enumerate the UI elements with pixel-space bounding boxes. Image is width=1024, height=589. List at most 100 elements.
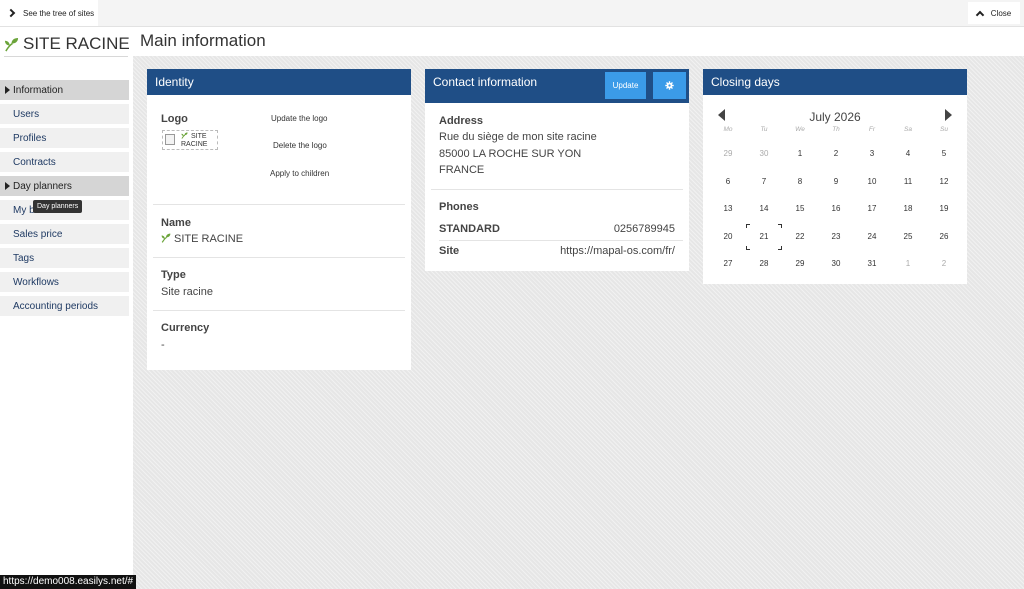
type-label: Type: [161, 269, 186, 281]
sidebar-item-information[interactable]: Information: [0, 80, 129, 100]
calendar-day-today[interactable]: 21: [746, 223, 782, 250]
page-title: Main information: [140, 31, 266, 50]
name-value: SITE RACINE: [161, 233, 243, 245]
calendar-day[interactable]: 28: [746, 254, 782, 274]
logo-label: Logo: [161, 113, 188, 125]
divider: [439, 240, 683, 241]
contact-card-header: Contact information Update: [425, 69, 689, 103]
calendar-day[interactable]: 3: [854, 144, 890, 164]
calendar-day[interactable]: 18: [890, 199, 926, 219]
calendar-day[interactable]: 7: [746, 172, 782, 192]
update-button[interactable]: Update: [605, 72, 646, 99]
apply-to-children-link[interactable]: Apply to children: [270, 169, 329, 178]
identity-title: Identity: [155, 75, 194, 89]
sidebar-item-accounting-periods[interactable]: Accounting periods: [0, 296, 129, 316]
calendar-day[interactable]: 4: [890, 144, 926, 164]
divider: [153, 310, 405, 311]
sidebar-divider: [4, 56, 128, 57]
calendar-day[interactable]: 2: [818, 144, 854, 164]
address-line-1: Rue du siège de mon site racine: [439, 131, 597, 143]
calendar-day[interactable]: 13: [710, 199, 746, 219]
calendar-day[interactable]: 22: [782, 227, 818, 247]
sidebar-item-label: My b: [13, 204, 35, 216]
see-tree-of-sites-button[interactable]: See the tree of sites: [0, 0, 98, 26]
next-month-arrow[interactable]: [945, 109, 952, 121]
calendar-day[interactable]: 29: [782, 254, 818, 274]
calendar-day[interactable]: 25: [890, 227, 926, 247]
contact-card: Contact information Update Address Rue d…: [425, 69, 689, 271]
sidebar-item-label: Tags: [13, 252, 35, 264]
delete-logo-link[interactable]: Delete the logo: [273, 141, 327, 150]
calendar-day[interactable]: 26: [926, 227, 962, 247]
calendar-month: July 2026: [809, 110, 861, 124]
identity-card-header: Identity: [147, 69, 411, 95]
sidebar-item-label: Sales price: [13, 228, 63, 240]
site-name-value: SITE RACINE: [174, 233, 244, 245]
sidebar-item-profiles[interactable]: Profiles: [0, 128, 129, 148]
settings-button[interactable]: [653, 72, 686, 99]
sidebar-item-workflows[interactable]: Workflows: [0, 272, 129, 292]
address-line-3: FRANCE: [439, 164, 485, 176]
sidebar-item-label: Users: [13, 108, 40, 120]
weekday-header: We: [795, 126, 805, 133]
calendar-day[interactable]: 12: [926, 172, 962, 192]
calendar-day[interactable]: 23: [818, 227, 854, 247]
calendar-day[interactable]: 31: [854, 254, 890, 274]
tooltip: Day planners: [33, 200, 83, 213]
sidebar-item-label: Information: [13, 84, 64, 96]
calendar-day[interactable]: 16: [818, 199, 854, 219]
calendar-day[interactable]: 8: [782, 172, 818, 192]
divider: [431, 189, 683, 190]
logo-alt-text: SITE RACINE: [181, 132, 207, 149]
calendar-day[interactable]: 17: [854, 199, 890, 219]
calendar-day[interactable]: 29: [710, 144, 746, 164]
sidebar-item-tags[interactable]: Tags: [0, 248, 129, 268]
closing-days-header: Closing days: [703, 69, 967, 95]
close-label: Close: [990, 8, 1012, 18]
calendar-day[interactable]: 10: [854, 172, 890, 192]
logo-alt-line2: RACINE: [181, 141, 208, 148]
logo-alt-line1: SITE: [191, 133, 207, 140]
update-logo-link[interactable]: Update the logo: [271, 114, 328, 123]
caret-right-icon: [5, 86, 10, 94]
calendar-day[interactable]: 5: [926, 144, 962, 164]
calendar-day[interactable]: 9: [818, 172, 854, 192]
currency-label: Currency: [161, 322, 210, 334]
main-area: Identity Logo SITE RACINE Update the log…: [133, 56, 1024, 589]
calendar-day[interactable]: 19: [926, 199, 962, 219]
leaf-icon: [161, 233, 171, 243]
weekday-header: Mo: [723, 126, 733, 133]
calendar-day[interactable]: 6: [710, 172, 746, 192]
type-value: Site racine: [161, 286, 213, 298]
close-button[interactable]: Close: [968, 2, 1020, 24]
calendar-day[interactable]: 30: [818, 254, 854, 274]
sidebar-item-day-planners[interactable]: Day planners: [0, 176, 129, 196]
site-url-link[interactable]: https://mapal-os.com/fr/: [560, 245, 675, 257]
site-brand: SITE RACINE: [4, 33, 130, 55]
broken-image-icon: [165, 134, 175, 145]
chevron-right-icon: [6, 8, 16, 18]
calendar-day[interactable]: 11: [890, 172, 926, 192]
calendar-day[interactable]: 30: [746, 144, 782, 164]
calendar-day[interactable]: 27: [710, 254, 746, 274]
sidebar-item-users[interactable]: Users: [0, 104, 129, 124]
today-corner-marker: [746, 245, 750, 250]
calendar-day[interactable]: 15: [782, 199, 818, 219]
sidebar-item-label: Profiles: [13, 132, 47, 144]
sidebar-item-contracts[interactable]: Contracts: [0, 152, 129, 172]
phone-label-standard: STANDARD: [439, 223, 500, 235]
contact-title: Contact information: [433, 74, 538, 89]
identity-card: Identity Logo SITE RACINE Update the log…: [147, 69, 411, 370]
calendar-day[interactable]: 20: [710, 227, 746, 247]
calendar-day[interactable]: 1: [890, 254, 926, 274]
calendar-day[interactable]: 2: [926, 254, 962, 274]
caret-right-icon: [5, 182, 10, 190]
sidebar: Information Users Profiles Contracts Day…: [0, 56, 133, 589]
calendar-day[interactable]: 1: [782, 144, 818, 164]
calendar-day[interactable]: 24: [854, 227, 890, 247]
calendar-day[interactable]: 14: [746, 199, 782, 219]
sidebar-item-label: Day planners: [13, 180, 72, 192]
sidebar-item-label: Accounting periods: [13, 300, 99, 312]
site-name: SITE RACINE: [23, 34, 130, 53]
sidebar-item-sales-price[interactable]: Sales price: [0, 224, 129, 244]
